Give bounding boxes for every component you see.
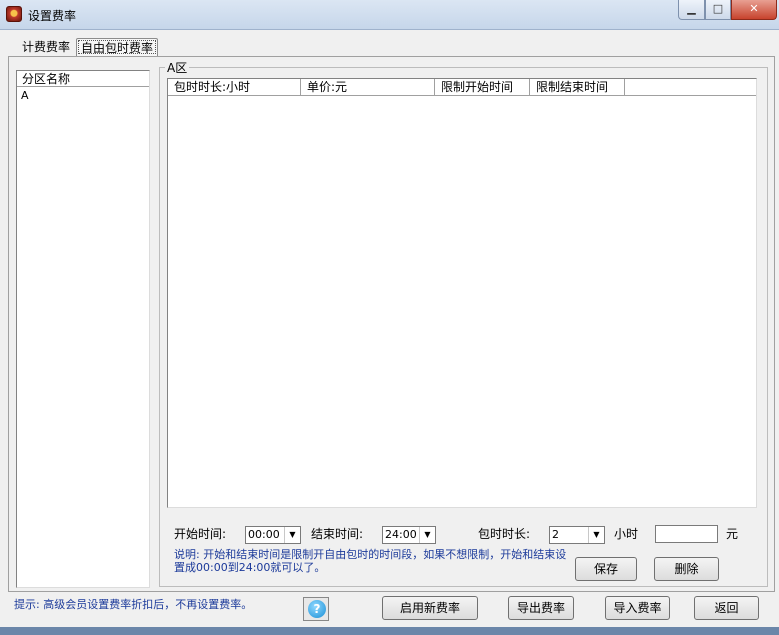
column-header-duration[interactable]: 包时时长:小时 (168, 79, 301, 96)
export-rate-button[interactable]: 导出费率 (508, 596, 574, 620)
instruction-note: 说明: 开始和结束时间是限制开自由包时的时间段，如果不想限制，开始和结束设置成0… (174, 548, 567, 574)
minimize-button[interactable]: ▁ (678, 0, 705, 20)
back-button[interactable]: 返回 (694, 596, 759, 620)
tip-text: 提示: 高级会员设置费率折扣后，不再设置费率。 (14, 598, 253, 611)
help-icon: ? (308, 600, 326, 618)
window-title: 设置费率 (28, 9, 77, 23)
end-time-select[interactable]: 24:00 ▼ (382, 526, 436, 544)
zone-list[interactable]: 分区名称 A (16, 70, 150, 588)
chevron-down-icon[interactable]: ▼ (284, 527, 300, 543)
start-time-value: 00:00 (248, 528, 280, 541)
zone-list-item[interactable]: A (21, 89, 29, 102)
yuan-unit-label: 元 (726, 527, 739, 541)
hours-unit-label: 小时 (614, 527, 639, 541)
duration-value: 2 (552, 528, 559, 541)
start-time-label: 开始时间: (174, 527, 227, 541)
import-rate-button[interactable]: 导入费率 (605, 596, 670, 620)
help-button[interactable]: ? (303, 597, 329, 621)
tab-billing-rate[interactable]: 计费费率 (18, 38, 74, 56)
chevron-down-icon[interactable]: ▼ (588, 527, 604, 543)
zone-group-title: A区 (165, 59, 190, 76)
start-time-select[interactable]: 00:00 ▼ (245, 526, 301, 544)
zone-list-header[interactable]: 分区名称 (17, 71, 149, 87)
duration-select[interactable]: 2 ▼ (549, 526, 605, 544)
price-input[interactable] (655, 525, 718, 543)
title-bar: 设置费率 ▁ □ ✕ (0, 0, 779, 30)
save-button[interactable]: 保存 (575, 557, 637, 581)
end-time-value: 24:00 (385, 528, 417, 541)
duration-label: 包时时长: (478, 527, 531, 541)
column-header-limit-end[interactable]: 限制结束时间 (530, 79, 625, 96)
end-time-label: 结束时间: (311, 527, 364, 541)
tab-free-package-rate[interactable]: 自由包时费率 (76, 38, 159, 56)
column-header-filler (625, 79, 756, 96)
taskbar-strip (0, 627, 779, 635)
chevron-down-icon[interactable]: ▼ (419, 527, 435, 543)
app-icon (6, 6, 22, 22)
rate-grid[interactable]: 包时时长:小时 单价:元 限制开始时间 限制结束时间 (167, 78, 757, 508)
delete-button[interactable]: 删除 (654, 557, 719, 581)
enable-new-rate-button[interactable]: 启用新费率 (382, 596, 478, 620)
column-header-price[interactable]: 单价:元 (301, 79, 435, 96)
close-button[interactable]: ✕ (731, 0, 777, 20)
column-header-limit-start[interactable]: 限制开始时间 (435, 79, 530, 96)
maximize-button[interactable]: □ (705, 0, 731, 20)
